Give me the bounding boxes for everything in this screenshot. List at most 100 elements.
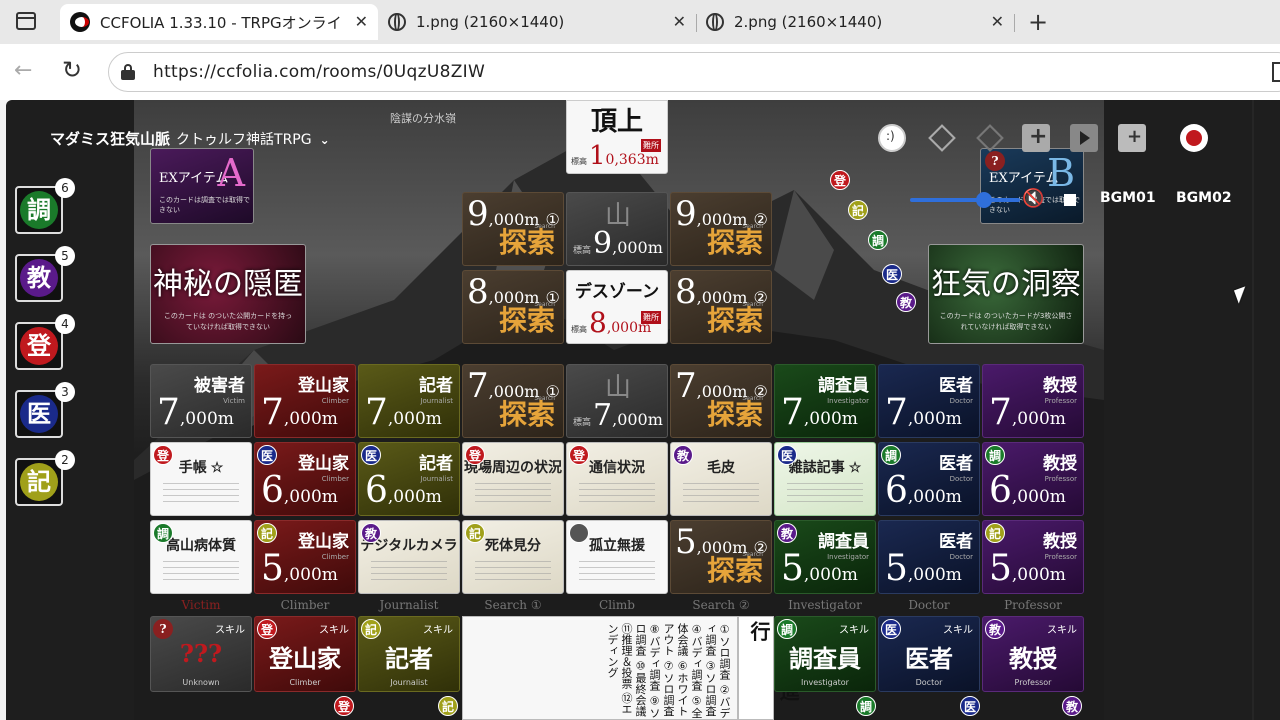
skill-en: Investigator — [801, 678, 849, 687]
mystery-concealment-card[interactable]: 神秘の隠匿 このカードは のついた公開カードを持っていなければ取得できない — [150, 244, 306, 344]
back-arrow-icon[interactable]: ← — [14, 58, 32, 83]
volume-slider-thumb[interactable] — [976, 192, 992, 208]
doctor-6000-card[interactable]: 調 医者 Doctor 6,000m — [878, 442, 980, 516]
skill-professor-card[interactable]: 教 スキル 教授 Professor — [982, 616, 1084, 692]
reload-icon[interactable]: ↻ — [62, 56, 82, 84]
climb-9000-card[interactable]: 山 標高9,000m — [566, 192, 668, 266]
madness-insight-card[interactable]: 狂気の洞察 このカードは のついたカードが3枚公開されていなければ取得できない — [928, 244, 1084, 344]
isolated-card[interactable]: 孤立無援 — [566, 520, 668, 594]
professor-piece[interactable]: 教 — [896, 292, 916, 312]
token-kanji: 登 — [20, 327, 58, 365]
character-icon[interactable] — [878, 124, 906, 152]
record-piece[interactable]: 記 — [848, 200, 868, 220]
altitude-sickness-card[interactable]: 調 高山病体質 — [150, 520, 252, 594]
skill-unknown-card[interactable]: ? スキル ??? Unknown — [150, 616, 252, 692]
record-piece[interactable]: 記 — [438, 696, 458, 716]
column-label-search-2: Search ② — [692, 598, 750, 612]
search-1-9000-card[interactable]: 9,000m ① Search 探索 — [462, 192, 564, 266]
skill-name: ??? — [179, 639, 223, 668]
search-2-5000-card[interactable]: 5,000m ② Search 探索 — [670, 520, 772, 594]
skill-journalist-card[interactable]: 記 スキル 記者 Journalist — [358, 616, 460, 692]
lock-icon[interactable] — [121, 64, 135, 80]
game-progress-rules-card[interactable]: ①ソロ調査 ②バディ調査 ③ソロ調査 ④バディ調査 ⑤全体会議 ⑥ホワイトアウト… — [462, 616, 738, 720]
search-2-8000-card[interactable]: 8,000m ② Search 探索 — [670, 270, 772, 344]
climber-6000-card[interactable]: 医 登山家 Climber 6,000m — [254, 442, 356, 516]
url-text[interactable]: https://ccfolia.com/rooms/0UqzU8ZIW — [153, 62, 485, 82]
window-menu-icon[interactable] — [16, 12, 36, 30]
stop-icon[interactable] — [1064, 194, 1076, 206]
token-investigate[interactable]: 調 6 — [15, 178, 75, 234]
investigate-piece[interactable]: 調 — [868, 230, 888, 250]
corpse-inspection-card[interactable]: 記 死体見分 — [462, 520, 564, 594]
token-count-badge: 4 — [55, 314, 75, 334]
search-1-8000-card[interactable]: 8,000m ① Search 探索 — [462, 270, 564, 344]
fur-card[interactable]: 教 毛皮 — [670, 442, 772, 516]
game-progress-title-card[interactable]: ゲーム進行 — [738, 616, 800, 720]
add-panel-icon[interactable] — [1022, 124, 1050, 152]
climb-7000-card[interactable]: 山 標高7,000m — [566, 364, 668, 438]
close-tab-icon[interactable]: ✕ — [991, 12, 1004, 31]
room-title[interactable]: マダミス狂気山脈 クトゥルフ神話TRPG ⌄ — [50, 128, 330, 149]
search-1-7000-card[interactable]: 7,000m ① Search 探索 — [462, 364, 564, 438]
investigator-5000-card[interactable]: 教 調査員 Investigator 5,000m — [774, 520, 876, 594]
comms-status-card[interactable]: 登 通信状況 — [566, 442, 668, 516]
professor-piece[interactable]: 教 — [1062, 696, 1082, 716]
token-doctor[interactable]: 医 3 — [15, 382, 75, 438]
doctor-5000-card[interactable]: 医者 Doctor 5,000m — [878, 520, 980, 594]
skill-climber-card[interactable]: 登 スキル 登山家 Climber — [254, 616, 356, 692]
climb-piece[interactable]: 登 — [830, 170, 850, 190]
sidebar-toggle-icon[interactable] — [1272, 62, 1280, 82]
search-2-7000-card[interactable]: 7,000m ② Search 探索 — [670, 364, 772, 438]
token-professor[interactable]: 教 5 — [15, 246, 75, 302]
climb-piece[interactable]: 登 — [334, 696, 354, 716]
ex-item-b-card[interactable]: EXアイテム B このカードは調査では取得できない ? — [980, 148, 1084, 224]
skill-en: Climber — [289, 678, 321, 687]
search-2-9000-card[interactable]: 9,000m ② Search 探索 — [670, 192, 772, 266]
doctor-piece[interactable]: 医 — [960, 696, 980, 716]
token-record[interactable]: 記 2 — [15, 450, 75, 506]
volume-slider[interactable] — [910, 198, 1020, 202]
doctor-7000-card[interactable]: 医者 Doctor 7,000m — [878, 364, 980, 438]
altitude: 7,000m — [885, 392, 962, 433]
video-icon[interactable] — [1070, 124, 1098, 152]
professor-6000-card[interactable]: 調 教授 Professor 6,000m — [982, 442, 1084, 516]
close-tab-icon[interactable]: ✕ — [355, 12, 368, 31]
close-tab-icon[interactable]: ✕ — [673, 12, 686, 31]
magazine-article-card[interactable]: 医 雑誌記事 ☆ — [774, 442, 876, 516]
new-tab-button[interactable]: + — [1028, 8, 1048, 36]
digital-camera-card[interactable]: 教 デジタルカメラ — [358, 520, 460, 594]
url-field[interactable]: https://ccfolia.com/rooms/0UqzU8ZIW — [108, 52, 1280, 92]
investigator-7000-card[interactable]: 調査員 Investigator 7,000m — [774, 364, 876, 438]
ex-item-a-card[interactable]: EXアイテム A このカードは調査では取得できない — [150, 148, 254, 224]
skill-doctor-card[interactable]: 医 スキル 医者 Doctor — [878, 616, 980, 692]
mute-icon[interactable]: 🔇 — [1022, 188, 1048, 210]
tab-ccfolia[interactable]: CCFOLIA 1.33.10 - TRPGオンラインセ ✕ — [60, 4, 378, 40]
user-avatar[interactable] — [1180, 124, 1208, 152]
token-climb[interactable]: 登 4 — [15, 314, 75, 370]
scene-situation-card[interactable]: 登 現場周辺の状況 — [462, 442, 564, 516]
death-zone-card[interactable]: デスゾーン 難所 標高8,000m — [566, 270, 668, 344]
notebook-card[interactable]: 登 手帳 ☆ — [150, 442, 252, 516]
victim-7000-card[interactable]: 被害者 Victim 7,000m — [150, 364, 252, 438]
unknown-marker[interactable]: ? — [985, 151, 1005, 171]
summit-card[interactable]: 頂上 難所 標高10,363m — [566, 100, 668, 174]
professor-7000-card[interactable]: 教授 Professor 7,000m — [982, 364, 1084, 438]
altitude: 7,000m — [261, 392, 338, 433]
climber-5000-card[interactable]: 記 登山家 Climber 5,000m — [254, 520, 356, 594]
investigate-piece[interactable]: 調 — [856, 696, 876, 716]
tab-image-1[interactable]: 1.png (2160×1440) ✕ — [378, 4, 696, 40]
chevron-down-icon[interactable]: ⌄ — [320, 133, 330, 147]
bgm-tab-2[interactable]: BGM02 — [1176, 190, 1232, 206]
big-card-note: このカードは のついたカードが3枚公開されていなければ取得できない — [939, 312, 1073, 331]
bgm-tab-1[interactable]: BGM01 — [1100, 190, 1156, 206]
journalist-7000-card[interactable]: 記者 Journalist 7,000m — [358, 364, 460, 438]
journalist-6000-card[interactable]: 医 記者 Journalist 6,000m — [358, 442, 460, 516]
add-scene-icon[interactable] — [1118, 124, 1146, 152]
ex-card-note: このカードは調査では取得できない — [159, 196, 250, 214]
tab-image-2[interactable]: 2.png (2160×1440) ✕ — [696, 4, 1014, 40]
skill-investigator-card[interactable]: 調 スキル 調査員 Investigator — [774, 616, 876, 692]
professor-5000-card[interactable]: 記 教授 Professor 5,000m — [982, 520, 1084, 594]
climber-7000-card[interactable]: 登山家 Climber 7,000m — [254, 364, 356, 438]
doctor-piece[interactable]: 医 — [882, 264, 902, 284]
search-word: 探索 — [706, 226, 763, 259]
